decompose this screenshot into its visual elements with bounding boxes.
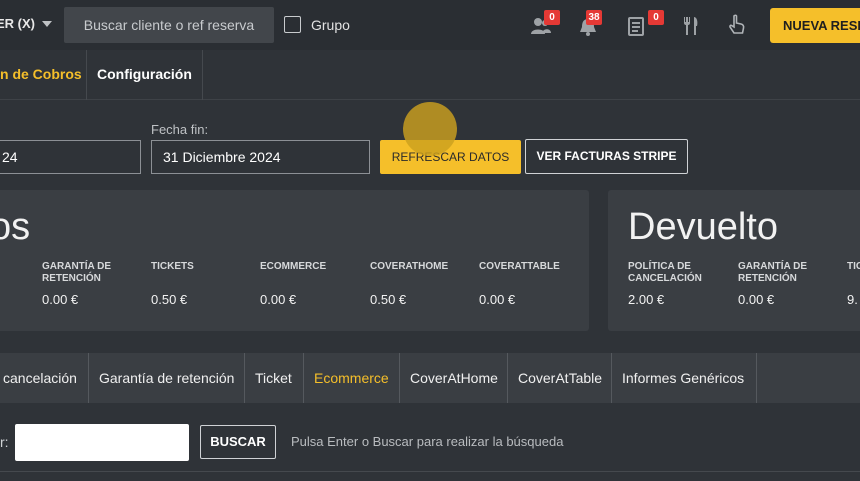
search-button[interactable]: BUSCAR [200,425,276,459]
stat-label: COVERATTABLE [479,261,560,272]
tab-garantia-retencion[interactable]: Garantía de retención [99,353,234,403]
stat-value: 0.00 € [260,292,297,307]
group-checkbox[interactable] [284,16,301,33]
stat-label: TICKETS [151,261,194,272]
user-menu[interactable]: ER (X) [0,16,52,31]
user-label: ER (X) [0,16,35,31]
tab-divider [399,353,400,403]
restaurant-icon[interactable] [682,12,708,38]
tab-configuracion[interactable]: Configuración [97,66,192,82]
subnav-divider [86,50,87,100]
end-date-label: Fecha fin: [151,122,209,137]
tab-coverathome[interactable]: CoverAtHome [410,353,498,403]
client-search-input[interactable] [64,7,274,43]
summary-card-devuelto: Devuelto POLÍTICA DE CANCELACIÓN 2.00 € … [608,190,860,331]
stat-label: POLÍTICA DE CANCELACIÓN [628,261,702,284]
stat-value: 0.50 € [370,292,407,307]
search-hint: Pulsa Enter o Buscar para realizar la bú… [291,434,564,449]
filter-input[interactable] [15,424,189,461]
stripe-invoices-button[interactable]: VER FACTURAS STRIPE [525,139,688,174]
tab-divider [88,353,89,403]
stat-label: TIC [847,261,860,272]
tab-divider [244,353,245,403]
stat-value: 2.00 € [628,292,665,307]
people-icon[interactable]: 0 [530,10,560,38]
tab-informes-genericos[interactable]: Informes Genéricos [622,353,744,403]
hand-pointer-icon[interactable] [727,12,753,38]
list-badge: 0 [648,10,664,25]
tab-divider [303,353,304,403]
stat-label: N [0,261,20,273]
divider [0,471,860,472]
bell-icon[interactable]: 38 [578,10,604,38]
tab-cancelacion[interactable]: cancelación [3,353,77,403]
summary-card-cobrado: os N GARANTÍA DE RETENCIÓN 0.00 € TICKET… [0,190,589,331]
subnav-divider [202,50,203,100]
report-tabs: cancelación Garantía de retención Ticket… [0,353,860,403]
filter-label: r: [0,434,9,450]
new-reservation-button[interactable]: NUEVA RESERVA [770,8,860,43]
card-title: os [0,206,31,248]
bell-badge: 38 [586,10,602,25]
tab-ticket[interactable]: Ticket [255,353,292,403]
client-search-box[interactable] [64,7,274,43]
stat-value: 0.00 € [479,292,516,307]
tab-ecommerce[interactable]: Ecommerce [314,353,389,403]
stat-label: GARANTÍA DE RETENCIÓN [738,261,808,284]
chevron-down-icon [41,21,52,27]
stat-label: GARANTÍA DE RETENCIÓN [42,261,112,284]
end-date-input[interactable]: 31 Diciembre 2024 [151,140,370,174]
stat-value: 0.50 € [151,292,188,307]
people-badge: 0 [544,10,560,25]
stat-value: 0.00 € [738,292,775,307]
stat-label: COVERATHOME [370,261,449,272]
tab-divider [507,353,508,403]
card-title: Devuelto [628,206,778,248]
list-icon[interactable]: 0 [628,10,664,38]
group-label: Grupo [311,17,350,33]
tab-divider [756,353,757,403]
stat-value: 0.00 € [42,292,79,307]
tab-coverattable[interactable]: CoverAtTable [518,353,602,403]
click-indicator [403,102,457,156]
stat-label: ECOMMERCE [260,261,327,272]
stat-value: 9. [847,292,858,307]
tab-divider [611,353,612,403]
tab-cobros[interactable]: n de Cobros [0,66,82,82]
start-date-input[interactable]: 24 [0,140,141,174]
